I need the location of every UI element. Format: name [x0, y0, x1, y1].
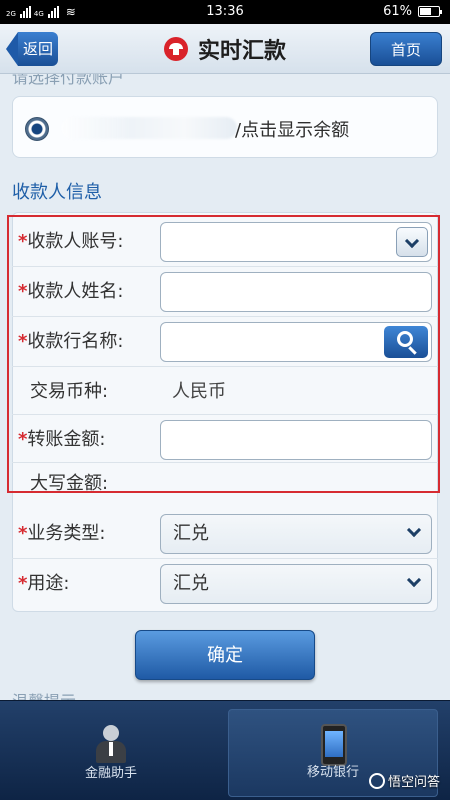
payee-section-title: 收款人信息	[12, 182, 102, 203]
purpose-select[interactable]: 汇兑	[160, 564, 432, 604]
watermark: 悟空问答	[368, 771, 440, 790]
business-type-value: 汇兑	[173, 523, 209, 544]
business-type-label: *业务类型:	[18, 523, 106, 544]
nav-item-assistant[interactable]: 金融助手	[6, 709, 216, 797]
status-bar: 2G 4G ≋ 13:36 61%	[0, 0, 450, 24]
nav-item-label: 金融助手	[84, 766, 137, 781]
chevron-down-icon	[406, 572, 422, 588]
battery-fill	[420, 8, 431, 15]
app-header: 返回 实时汇款 首页	[0, 24, 450, 74]
purpose-value: 汇兑	[173, 573, 209, 594]
required-mark: *	[18, 573, 28, 594]
divider	[12, 558, 438, 559]
assistant-icon	[94, 725, 128, 765]
purpose-row: *用途: 汇兑	[12, 560, 438, 608]
required-mark: *	[18, 523, 28, 544]
confirm-button[interactable]: 确定	[135, 630, 315, 680]
business-type-select[interactable]: 汇兑	[160, 514, 432, 554]
page-title: 实时汇款	[197, 39, 286, 64]
show-balance-hint[interactable]: /点击显示余额	[235, 116, 349, 142]
mobile-phone-icon	[321, 724, 347, 766]
account-radio[interactable]	[25, 117, 49, 141]
highlight-box	[7, 215, 440, 493]
bottom-nav: 金融助手 移动银行 悟空问答	[0, 700, 450, 800]
battery-percent: 61%	[383, 4, 412, 19]
watermark-logo-icon	[368, 772, 385, 789]
watermark-text: 悟空问答	[387, 775, 440, 790]
masked-account-number	[61, 117, 237, 139]
chevron-down-icon	[406, 522, 422, 538]
home-button[interactable]: 首页	[370, 32, 442, 66]
bank-logo-icon	[163, 37, 188, 61]
battery-icon	[418, 6, 442, 17]
business-type-row: *业务类型: 汇兑	[12, 510, 438, 558]
payer-section-heading: 请选择付款账户	[12, 74, 125, 87]
payer-account-card[interactable]: /点击显示余额	[12, 96, 438, 158]
purpose-label: *用途:	[18, 573, 70, 594]
